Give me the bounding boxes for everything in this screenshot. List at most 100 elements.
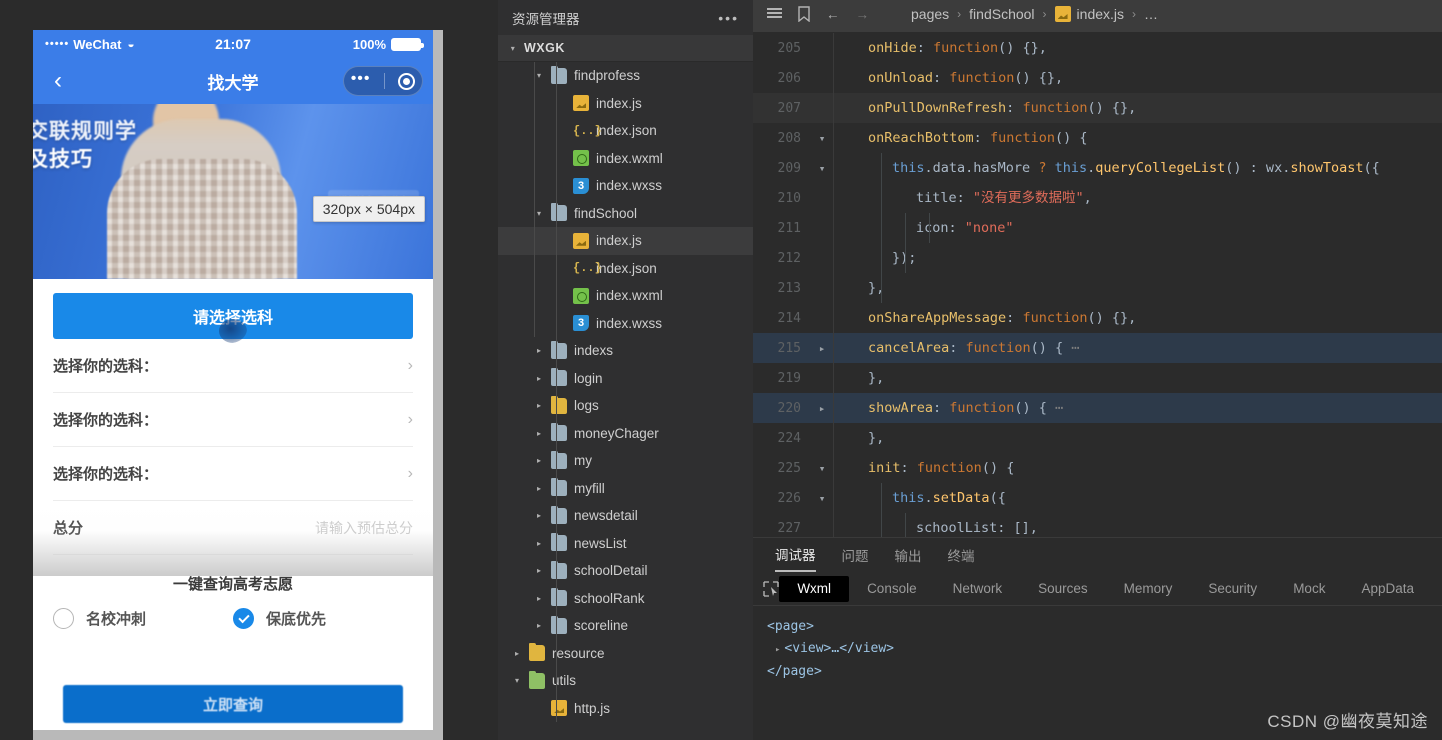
tree-item-logs[interactable]: ▸ logs xyxy=(498,392,753,420)
code-line-213[interactable]: 213}, xyxy=(753,273,1442,303)
chevron-down-icon[interactable]: ▾ xyxy=(534,209,544,218)
devtools-tab-问题[interactable]: 问题 xyxy=(842,538,869,572)
code-line-226[interactable]: 226 ▾ this.setData({ xyxy=(753,483,1442,513)
chevron-down-icon[interactable]: ▾ xyxy=(534,71,544,80)
tree-item-index-wxss[interactable]: ▸index.wxss xyxy=(498,172,753,200)
fold-open-icon[interactable]: ▾ xyxy=(811,462,833,475)
code-line-225[interactable]: 225 ▾ init: function() { xyxy=(753,453,1442,483)
capsule-more-icon[interactable]: ••• xyxy=(351,71,371,87)
code-line-212[interactable]: 212}); xyxy=(753,243,1442,273)
code-line-206[interactable]: 206 onUnload: function() {}, xyxy=(753,63,1442,93)
radio-option-safety[interactable]: 保底优先 xyxy=(233,608,413,629)
subject-row-3[interactable]: 选择你的选科： › xyxy=(53,447,413,501)
chevron-right-icon[interactable]: ▸ xyxy=(534,429,544,438)
code-area[interactable]: 205 onHide: function() {}, 206 onUnload: fu… xyxy=(753,33,1442,538)
tree-item-http-js[interactable]: ▸http.js xyxy=(498,695,753,723)
capsule-target-icon[interactable] xyxy=(398,72,416,90)
tree-item-findprofess[interactable]: ▾ findprofess xyxy=(498,62,753,90)
submit-query-button[interactable]: 立即查询 xyxy=(63,685,403,723)
wechat-capsule-button[interactable]: ••• xyxy=(343,66,423,96)
fold-open-icon[interactable]: ▾ xyxy=(811,162,833,175)
devtools-tab-console[interactable]: Console xyxy=(849,576,935,602)
tree-item-index-wxml[interactable]: ▸index.wxml xyxy=(498,145,753,173)
breadcrumb-item-indexjs[interactable]: index.js xyxy=(1054,6,1124,22)
tree-item-indexs[interactable]: ▸ indexs xyxy=(498,337,753,365)
code-line-219[interactable]: 219}, xyxy=(753,363,1442,393)
tree-item-my[interactable]: ▸ my xyxy=(498,447,753,475)
subject-row-1[interactable]: 选择你的选科： › xyxy=(53,339,413,393)
subject-row-2[interactable]: 选择你的选科： › xyxy=(53,393,413,447)
devtools-tab-wxml[interactable]: Wxml xyxy=(779,575,850,602)
code-line-214[interactable]: 214 onShareAppMessage: function() {}, xyxy=(753,303,1442,333)
code-line-205[interactable]: 205 onHide: function() {}, xyxy=(753,33,1442,63)
breadcrumb-item-pages[interactable]: pages xyxy=(911,6,949,22)
tree-item-scoreline[interactable]: ▸ scoreline xyxy=(498,612,753,640)
devtools-tab-终端[interactable]: 终端 xyxy=(948,538,975,572)
code-line-220[interactable]: 220 ▸ showArea: function() { ⋯ xyxy=(753,393,1442,423)
code-line-207[interactable]: 207 onPullDownRefresh: function() {}, xyxy=(753,93,1442,123)
wxml-node[interactable]: ▸ <view>…</view> xyxy=(767,638,1428,661)
breadcrumb-item-[interactable]: … xyxy=(1144,6,1158,22)
chevron-right-icon[interactable]: ▸ xyxy=(534,401,544,410)
bookmark-icon[interactable] xyxy=(798,6,810,22)
tree-item-schoolRank[interactable]: ▸ schoolRank xyxy=(498,585,753,613)
list-icon[interactable] xyxy=(767,7,782,21)
devtools-tab-network[interactable]: Network xyxy=(935,576,1021,602)
devtools-tab-appdata[interactable]: AppData xyxy=(1343,576,1432,602)
devtools-tab-security[interactable]: Security xyxy=(1190,576,1275,602)
wxml-tree-body[interactable]: <page> ▸ <view>…</view> </page> xyxy=(753,606,1442,693)
breadcrumb-item-findSchool[interactable]: findSchool xyxy=(969,6,1034,22)
inspect-element-icon[interactable] xyxy=(763,580,779,597)
fold-open-icon[interactable]: ▾ xyxy=(811,492,833,505)
devtools-tab-mock[interactable]: Mock xyxy=(1275,576,1343,602)
card-header-button[interactable]: 请选择选科 xyxy=(53,293,413,343)
chevron-right-icon[interactable]: ▸ xyxy=(534,594,544,603)
tree-item-schoolDetail[interactable]: ▸ schoolDetail xyxy=(498,557,753,585)
chevron-right-icon[interactable]: ▸ xyxy=(534,374,544,383)
fold-open-icon[interactable]: ▾ xyxy=(811,132,833,145)
chevron-right-icon[interactable]: ▸ xyxy=(512,649,522,658)
chevron-right-icon[interactable]: ▸ xyxy=(534,539,544,548)
devtools-tab-memory[interactable]: Memory xyxy=(1106,576,1191,602)
tree-item-moneyChager[interactable]: ▸ moneyChager xyxy=(498,420,753,448)
nav-forward-icon[interactable]: → xyxy=(856,7,870,22)
code-line-211[interactable]: 211 icon: "none" xyxy=(753,213,1442,243)
devtools-tab-输出[interactable]: 输出 xyxy=(895,538,922,572)
tree-item-index-json[interactable]: ▸{..}index.json xyxy=(498,255,753,283)
code-line-210[interactable]: 210 title: "没有更多数据啦", xyxy=(753,183,1442,213)
explorer-root-item[interactable]: ▾ WXGK xyxy=(498,35,753,62)
radio-option-prestige[interactable]: 名校冲刺 xyxy=(53,608,233,629)
code-line-227[interactable]: 227 schoolList: [], xyxy=(753,513,1442,538)
devtools-tab-sources[interactable]: Sources xyxy=(1020,576,1106,602)
expand-arrow-icon[interactable]: ▸ xyxy=(775,645,780,655)
tree-item-newsList[interactable]: ▸ newsList xyxy=(498,530,753,558)
tree-item-newsdetail[interactable]: ▸ newsdetail xyxy=(498,502,753,530)
code-line-224[interactable]: 224}, xyxy=(753,423,1442,453)
tree-item-index-wxml[interactable]: ▸index.wxml xyxy=(498,282,753,310)
tree-item-index-wxss[interactable]: ▸index.wxss xyxy=(498,310,753,338)
tree-item-index-json[interactable]: ▸{..}index.json xyxy=(498,117,753,145)
code-line-209[interactable]: 209 ▾ this.data.hasMore ? this.queryColleg… xyxy=(753,153,1442,183)
chevron-right-icon[interactable]: ▸ xyxy=(534,566,544,575)
wxml-node[interactable]: <page> xyxy=(767,616,1428,638)
tree-item-findSchool[interactable]: ▾ findSchool xyxy=(498,200,753,228)
chevron-right-icon[interactable]: ▸ xyxy=(534,456,544,465)
chevron-down-icon[interactable]: ▾ xyxy=(512,676,522,685)
fold-closed-icon[interactable]: ▸ xyxy=(811,342,833,355)
chevron-down-icon[interactable]: ▾ xyxy=(508,44,518,53)
tree-item-login[interactable]: ▸ login xyxy=(498,365,753,393)
explorer-more-icon[interactable]: ••• xyxy=(718,10,739,26)
wxml-node[interactable]: </page> xyxy=(767,661,1428,683)
total-score-input[interactable]: 请输入预估总分 xyxy=(315,518,413,538)
radio-check-icon[interactable] xyxy=(233,608,254,629)
code-line-215[interactable]: 215 ▸ cancelArea: function() { ⋯ xyxy=(753,333,1442,363)
chevron-right-icon[interactable]: ▸ xyxy=(534,621,544,630)
total-score-row[interactable]: 总分 请输入预估总分 xyxy=(53,501,413,555)
fold-closed-icon[interactable]: ▸ xyxy=(811,402,833,415)
tree-item-index-js[interactable]: ▸index.js xyxy=(498,227,753,255)
chevron-right-icon[interactable]: ▸ xyxy=(534,484,544,493)
back-chevron-icon[interactable]: ‹ xyxy=(43,67,73,95)
tree-item-myfill[interactable]: ▸ myfill xyxy=(498,475,753,503)
chevron-right-icon[interactable]: ▸ xyxy=(534,346,544,355)
chevron-right-icon[interactable]: ▸ xyxy=(534,511,544,520)
